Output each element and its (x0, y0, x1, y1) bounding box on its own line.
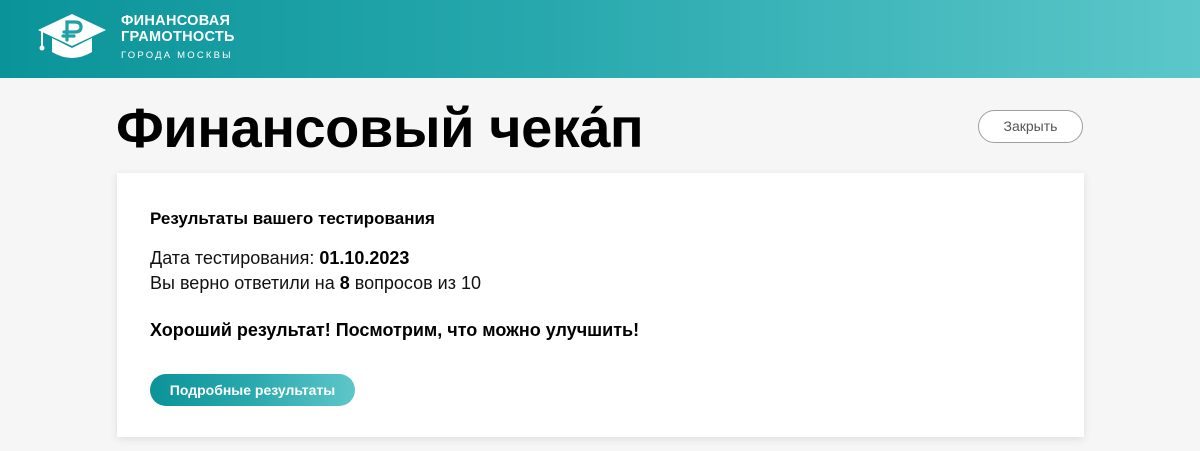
answers-suffix: вопросов из 10 (349, 273, 481, 293)
correct-count: 8 (339, 273, 350, 293)
graduation-cap-ruble-icon[interactable] (36, 10, 108, 66)
answers-line: Вы верно ответили на 8 вопросов из 10 (150, 272, 481, 294)
logo-line-1: ФИНАНСОВАЯ (121, 13, 231, 29)
answers-prefix: Вы верно ответили на (150, 273, 340, 293)
logo-line-3: ГОРОДА МОСКВЫ (121, 50, 233, 61)
result-verdict: Хороший результат! Посмотрим, что можно … (150, 320, 640, 340)
test-date-line: Дата тестирования: 01.10.2023 (150, 247, 409, 269)
test-date-label: Дата тестирования: (150, 248, 320, 268)
site-header: ФИНАНСОВАЯ ГРАМОТНОСТЬ ГОРОДА МОСКВЫ (0, 0, 1200, 78)
brand-logo-text[interactable]: ФИНАНСОВАЯ ГРАМОТНОСТЬ ГОРОДА МОСКВЫ (121, 13, 235, 61)
results-card: Результаты вашего тестирования Дата тест… (117, 173, 1084, 437)
results-heading: Результаты вашего тестирования (150, 209, 435, 228)
detailed-results-button[interactable]: Подробные результаты (150, 374, 355, 406)
logo-line-2: ГРАМОТНОСТЬ (121, 29, 235, 45)
page-title: Финансовый чека́п (116, 96, 644, 159)
test-date-value: 01.10.2023 (319, 248, 410, 268)
close-button[interactable]: Закрыть (978, 110, 1083, 143)
